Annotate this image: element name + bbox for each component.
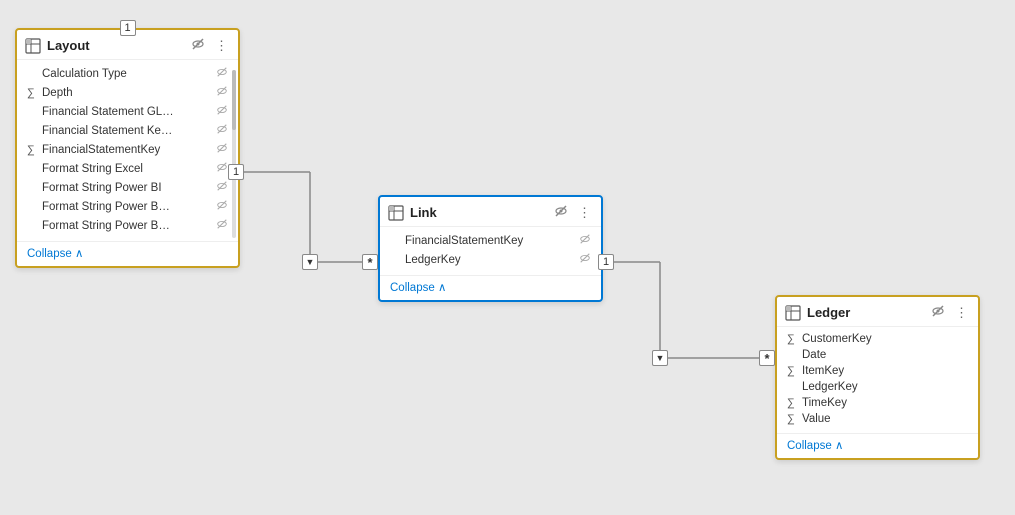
field-row: Date	[777, 347, 978, 363]
badge-arrow-layout-link: ▼	[302, 254, 318, 270]
layout-top-badge: 1	[120, 20, 136, 36]
badge-link-1: 1	[598, 254, 614, 270]
link-card-header: Link ⋮	[380, 197, 601, 227]
badge-arrow-link-ledger: ▼	[652, 350, 668, 366]
ledger-collapse-link[interactable]: Collapse	[777, 433, 978, 458]
field-row: FinancialStatementKey	[380, 231, 601, 250]
field-row: LedgerKey	[777, 379, 978, 395]
ledger-table-icon	[785, 305, 801, 321]
eye-slash-icon	[216, 85, 228, 100]
eye-slash-icon	[216, 199, 228, 214]
field-row: Financial Statement Ke…	[17, 121, 238, 140]
field-row: ∑ CustomerKey	[777, 331, 978, 347]
eye-slash-icon	[216, 123, 228, 138]
eye-slash-icon	[579, 233, 591, 248]
field-row: ∑ ItemKey	[777, 363, 978, 379]
badge-link-many: *	[362, 254, 378, 270]
eye-slash-icon	[579, 252, 591, 267]
layout-scrollbar[interactable]	[232, 70, 236, 238]
layout-table-icon	[25, 38, 41, 54]
ledger-card: Ledger ⋮ ∑ CustomerKey Date ∑ ItemKey Le…	[775, 295, 980, 460]
link-table-icon	[388, 205, 404, 221]
layout-visibility-icon[interactable]	[189, 36, 207, 55]
link-more-icon[interactable]: ⋮	[576, 204, 593, 222]
eye-slash-icon	[216, 161, 228, 176]
field-row: ∑ FinancialStatementKey	[17, 140, 238, 159]
field-row: Format String Power B…	[17, 197, 238, 216]
field-row: Format String Excel	[17, 159, 238, 178]
link-visibility-icon[interactable]	[552, 203, 570, 222]
ledger-fields: ∑ CustomerKey Date ∑ ItemKey LedgerKey ∑…	[777, 327, 978, 431]
field-row: LedgerKey	[380, 250, 601, 269]
link-fields: FinancialStatementKey LedgerKey	[380, 227, 601, 273]
field-row: Financial Statement GL…	[17, 102, 238, 121]
badge-layout-1: 1	[228, 164, 244, 180]
field-row: Format String Power B…	[17, 216, 238, 235]
ledger-visibility-icon[interactable]	[929, 303, 947, 322]
ledger-more-icon[interactable]: ⋮	[953, 304, 970, 322]
layout-card: 1 Layout ⋮ Calculation Type	[15, 28, 240, 268]
field-row: ∑ TimeKey	[777, 395, 978, 411]
diagram-canvas: 1 ▼ * 1 ▼ * 1 Layout ⋮	[0, 0, 1015, 515]
link-card: Link ⋮ FinancialStatementKey LedgerKey C…	[378, 195, 603, 302]
field-row: Calculation Type	[17, 64, 238, 83]
eye-slash-icon	[216, 218, 228, 233]
link-card-title: Link	[410, 205, 546, 220]
eye-slash-icon	[216, 142, 228, 157]
layout-more-icon[interactable]: ⋮	[213, 37, 230, 55]
field-row: Format String Power BI	[17, 178, 238, 197]
layout-card-title: Layout	[47, 38, 183, 53]
eye-slash-icon	[216, 180, 228, 195]
layout-fields: Calculation Type ∑ Depth Financial State…	[17, 60, 238, 239]
layout-collapse-link[interactable]: Collapse	[17, 241, 238, 266]
badge-ledger-many: *	[759, 350, 775, 366]
link-collapse-link[interactable]: Collapse	[380, 275, 601, 300]
field-row: ∑ Value	[777, 411, 978, 427]
eye-slash-icon	[216, 104, 228, 119]
ledger-card-title: Ledger	[807, 305, 923, 320]
eye-slash-icon	[216, 66, 228, 81]
ledger-card-header: Ledger ⋮	[777, 297, 978, 327]
field-row: ∑ Depth	[17, 83, 238, 102]
